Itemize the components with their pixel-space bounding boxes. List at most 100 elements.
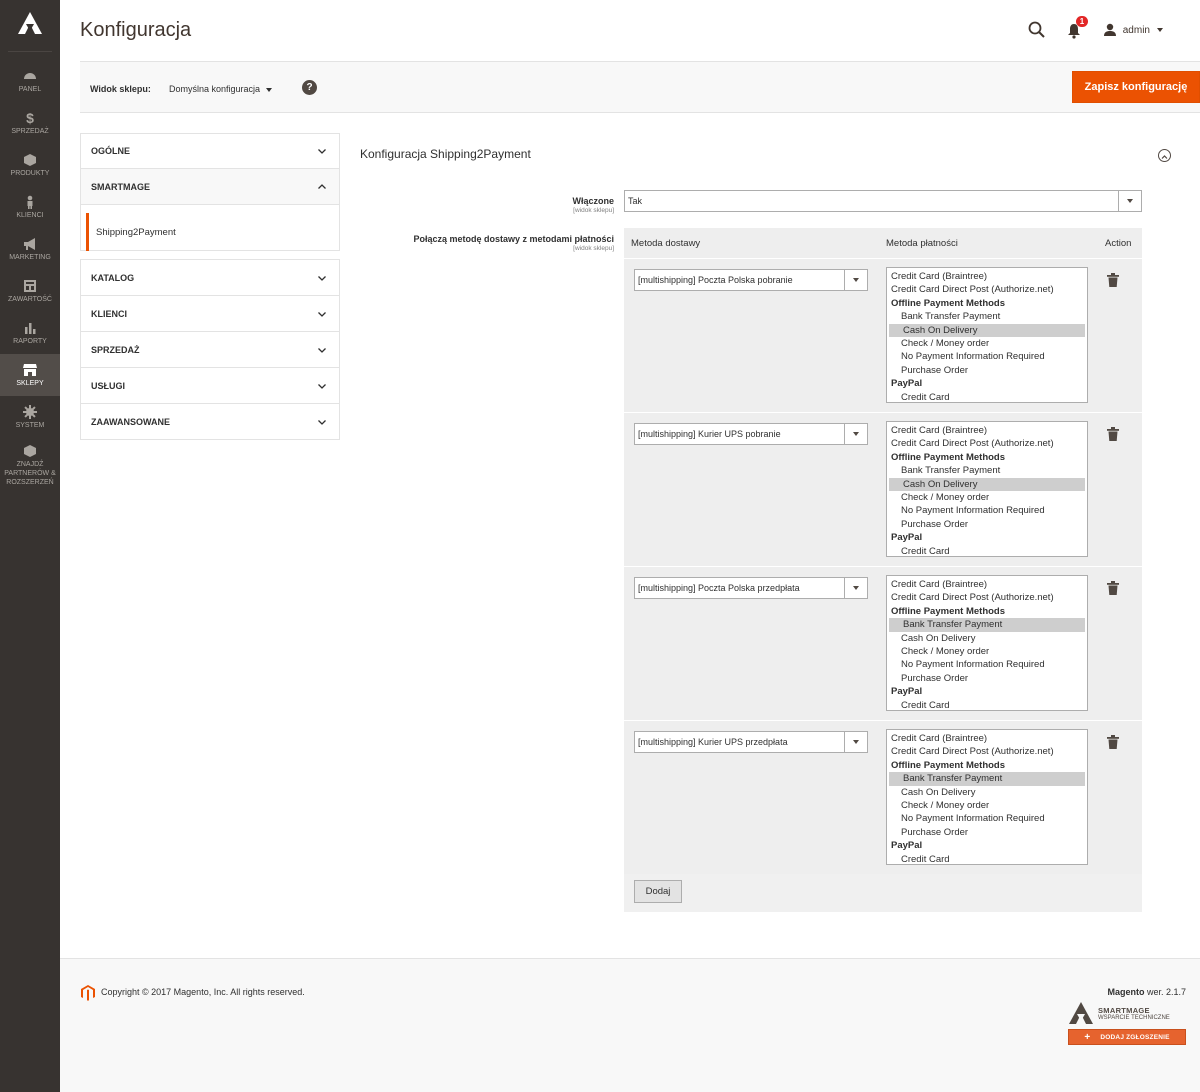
payment-methods-multiselect[interactable]: Credit Card (Braintree) Credit Card Direc…	[886, 421, 1088, 557]
payment-option[interactable]: No Payment Information Required	[887, 504, 1087, 517]
trash-icon[interactable]	[1107, 427, 1119, 441]
payment-option[interactable]: Cash On Delivery	[887, 632, 1087, 645]
sidebar-item-8[interactable]: SKLEPY	[0, 354, 60, 396]
payment-option[interactable]: Purchase Order	[887, 364, 1087, 377]
payment-option[interactable]: PayPal	[887, 685, 1087, 698]
sidebar-item-6[interactable]: ZAWARTOŚĆ	[0, 270, 60, 312]
dollar-icon: $	[26, 111, 34, 125]
shipping-method-select[interactable]: [multishipping] Poczta Polska przedpłata	[634, 577, 868, 599]
payment-option[interactable]: Credit Card Direct Post (Authorize.net)	[887, 591, 1087, 604]
extensions-icon	[24, 445, 36, 457]
payment-option[interactable]: Credit Card (Braintree)	[887, 424, 1087, 437]
payment-methods-multiselect[interactable]: Credit Card (Braintree) Credit Card Direc…	[886, 729, 1088, 865]
payment-option[interactable]: Check / Money order	[887, 337, 1087, 350]
config-tab-label: ZAAWANSOWANE	[91, 416, 171, 427]
payment-option[interactable]: Offline Payment Methods	[887, 605, 1087, 618]
payment-option[interactable]: PayPal	[887, 839, 1087, 852]
store-view-switcher[interactable]: Domyślna konfiguracja	[169, 84, 273, 94]
payment-option[interactable]: Cash On Delivery	[889, 477, 1085, 492]
config-tab-label: KATALOG	[91, 272, 135, 283]
enabled-select[interactable]: Tak	[624, 190, 1142, 212]
config-tab-4[interactable]: KLIENCI	[80, 296, 340, 332]
admin-logo[interactable]	[8, 0, 52, 52]
payment-option[interactable]: Check / Money order	[887, 799, 1087, 812]
payment-option[interactable]: Offline Payment Methods	[887, 297, 1087, 310]
sidebar-item-2[interactable]: $ SPRZEDAŻ	[0, 102, 60, 144]
config-tab-3[interactable]: KATALOG	[80, 260, 340, 296]
config-tab-1[interactable]: OGÓLNE	[80, 133, 340, 169]
sidebar-item-4[interactable]: KLIENCI	[0, 186, 60, 228]
payment-option[interactable]: No Payment Information Required	[887, 350, 1087, 363]
payment-option[interactable]: Offline Payment Methods	[887, 451, 1087, 464]
smartmage-name: SMARTMAGE	[1098, 1006, 1150, 1015]
dashboard-icon	[24, 72, 36, 79]
trash-icon[interactable]	[1107, 581, 1119, 595]
shipping-payment-grid: Metoda dostawy Metoda płatności Action D…	[624, 228, 1142, 912]
payment-option[interactable]: Check / Money order	[887, 645, 1087, 658]
megaphone-icon	[24, 237, 35, 250]
payment-methods-multiselect[interactable]: Credit Card (Braintree) Credit Card Direc…	[886, 267, 1088, 403]
sidebar-item-3[interactable]: PRODUKTY	[0, 144, 60, 186]
payment-option[interactable]: Credit Card (Braintree)	[887, 578, 1087, 591]
payment-methods-multiselect[interactable]: Credit Card (Braintree) Credit Card Direc…	[886, 575, 1088, 711]
config-tab-7[interactable]: ZAAWANSOWANE	[80, 404, 340, 440]
payment-option[interactable]: Credit Card	[887, 545, 1087, 556]
config-tab-2[interactable]: SMARTMAGE	[80, 169, 340, 205]
config-tab-6[interactable]: USŁUGI	[80, 368, 340, 404]
save-config-button[interactable]: Zapisz konfigurację	[1072, 71, 1200, 103]
chevron-down-icon	[318, 311, 326, 317]
notifications-button[interactable]: 1	[1067, 16, 1089, 40]
config-subtab-shipping2payment[interactable]: Shipping2Payment	[86, 213, 339, 251]
col-header-payment: Metoda płatności	[886, 238, 958, 249]
payment-option[interactable]: Purchase Order	[887, 826, 1087, 839]
sidebar-item-7[interactable]: RAPORTY	[0, 312, 60, 354]
payment-option[interactable]: Credit Card	[887, 699, 1087, 710]
payment-option[interactable]: Bank Transfer Payment	[889, 618, 1085, 632]
sidebar-item-label: KLIENCI	[16, 211, 44, 219]
payment-option[interactable]: Credit Card	[887, 853, 1087, 864]
help-icon[interactable]: ?	[302, 80, 317, 95]
search-icon[interactable]	[1027, 20, 1047, 40]
payment-option[interactable]: Cash On Delivery	[887, 786, 1087, 799]
payment-option[interactable]: Bank Transfer Payment	[889, 772, 1085, 786]
payment-option[interactable]: Credit Card Direct Post (Authorize.net)	[887, 283, 1087, 296]
payment-option[interactable]: PayPal	[887, 377, 1087, 390]
payment-option[interactable]: Credit Card Direct Post (Authorize.net)	[887, 745, 1087, 758]
payment-option[interactable]: Bank Transfer Payment	[887, 464, 1087, 477]
payment-option[interactable]: PayPal	[887, 531, 1087, 544]
dropdown-arrow-icon	[1118, 191, 1141, 211]
shipping-method-select[interactable]: [multishipping] Kurier UPS pobranie	[634, 423, 868, 445]
payment-option[interactable]: Offline Payment Methods	[887, 759, 1087, 772]
collapse-section-icon[interactable]	[1158, 149, 1171, 162]
trash-icon[interactable]	[1107, 735, 1119, 749]
payment-option[interactable]: Credit Card (Braintree)	[887, 732, 1087, 745]
section-title[interactable]: Konfiguracja Shipping2Payment	[360, 147, 531, 161]
payment-option[interactable]: Bank Transfer Payment	[887, 310, 1087, 323]
shipping-method-select[interactable]: [multishipping] Poczta Polska pobranie	[634, 269, 868, 291]
sidebar-item-5[interactable]: MARKETING	[0, 228, 60, 270]
payment-option[interactable]: Purchase Order	[887, 672, 1087, 685]
sidebar-item-1[interactable]: PANEL	[0, 60, 60, 102]
store-view-label: Widok sklepu:	[90, 84, 151, 94]
payment-option[interactable]: No Payment Information Required	[887, 812, 1087, 825]
shipping-method-select[interactable]: [multishipping] Kurier UPS przedpłata	[634, 731, 868, 753]
add-ticket-button[interactable]: + DODAJ ZGŁOSZENIE	[1068, 1029, 1186, 1045]
chevron-down-icon	[318, 419, 326, 425]
sidebar-item-9[interactable]: SYSTEM	[0, 396, 60, 438]
logo-icon	[18, 12, 42, 34]
payment-option[interactable]: No Payment Information Required	[887, 658, 1087, 671]
config-tab-label: USŁUGI	[91, 380, 126, 391]
payment-option[interactable]: Cash On Delivery	[889, 323, 1085, 338]
payment-option[interactable]: Check / Money order	[887, 491, 1087, 504]
payment-option[interactable]: Purchase Order	[887, 518, 1087, 531]
user-menu[interactable]: admin	[1103, 23, 1170, 37]
add-row-button[interactable]: Dodaj	[634, 880, 682, 903]
payment-option[interactable]: Credit Card Direct Post (Authorize.net)	[887, 437, 1087, 450]
payment-option[interactable]: Credit Card	[887, 391, 1087, 402]
payment-option[interactable]: Credit Card (Braintree)	[887, 270, 1087, 283]
sidebar-item-10[interactable]: ZNAJDŹ PARTNERÓW & ROZSZERZEŃ	[0, 438, 60, 496]
config-tab-5[interactable]: SPRZEDAŻ	[80, 332, 340, 368]
smartmage-support-widget: SMARTMAGE WSPARCIE TECHNICZNE + DODAJ ZGŁ…	[1068, 1001, 1186, 1047]
trash-icon[interactable]	[1107, 273, 1119, 287]
user-name: admin	[1122, 24, 1150, 36]
